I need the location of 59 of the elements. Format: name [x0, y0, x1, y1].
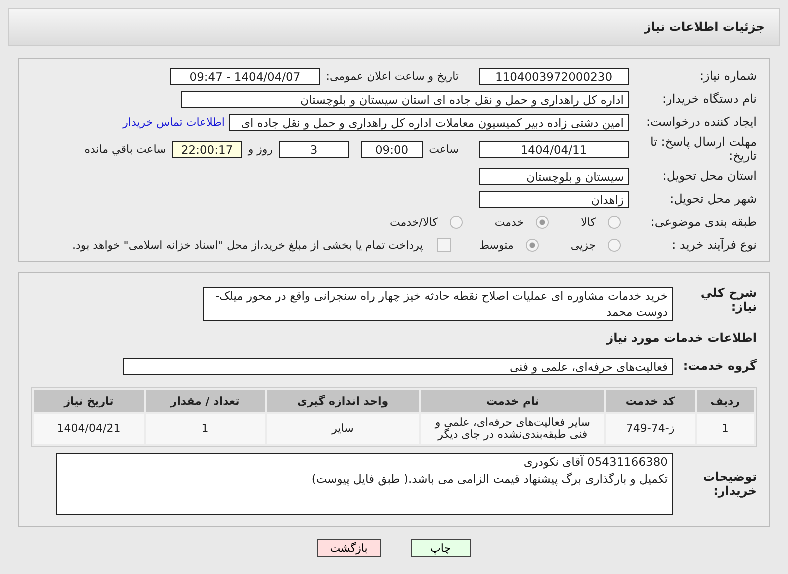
checkbox[interactable]: [437, 238, 452, 252]
field-label: جزیی: [570, 238, 596, 252]
field-label: کالا/خدمت: [390, 216, 438, 228]
text-field[interactable]: 22:00:17: [172, 140, 242, 158]
field-label: ساعت: [429, 142, 459, 156]
table-cell: ز-74-749: [606, 414, 695, 444]
text-field[interactable]: زاهدان: [479, 190, 629, 208]
text-field[interactable]: سیستان و بلوچستان: [479, 168, 629, 184]
field-label: تاریخ و ساعت اعلان عمومی:: [326, 70, 459, 82]
table-cell: 1: [146, 414, 265, 444]
text-field[interactable]: 09:00: [361, 140, 424, 158]
page-title: جزئیات اطلاعات نیاز: [644, 20, 765, 34]
text-field[interactable]: اداره کل راهداری و حمل و نقل جاده ای استان سیستان و بلوچستان: [181, 90, 629, 108]
field-label: شماره نیاز:: [699, 69, 757, 83]
radio-button[interactable]: [608, 216, 621, 228]
field-label: شهر محل تحویل:: [669, 192, 757, 206]
notes-line: تکمیل و بارگذاری برگ پیشنهاد قیمت الزامی می باشد.( طبق فایل پیوست): [310, 471, 668, 488]
field-label: روز و: [248, 142, 274, 156]
field-label: طبقه بندی موضوعی:: [650, 215, 757, 229]
field-label: توضیحات خریدار:: [702, 470, 757, 498]
field-label: استان محل تحویل:: [662, 169, 757, 183]
text-field[interactable]: 1404/04/07 - 09:47: [170, 68, 320, 84]
description-area[interactable]: خرید خدمات مشاوره ای عملیات اصلاح نقطه حادثه خیز چهار راه سنجرانی واقع در محور میلک-دوست محمد: [203, 287, 673, 321]
field-label: ایجاد کننده درخواست:: [645, 115, 757, 129]
radio-button[interactable]: [608, 238, 621, 252]
field-label: خدمت: [494, 216, 524, 228]
text-field[interactable]: امین دشتی زاده دبیر کمیسیون معاملات اداره کل راهداری و حمل و نقل جاده ای: [229, 114, 629, 130]
column-header: تاریخ نیاز: [34, 390, 144, 412]
column-header: کد خدمت: [606, 390, 695, 412]
field-label: متوسط: [479, 238, 514, 252]
field-label: نام دستگاه خریدار:: [662, 92, 757, 106]
radio-button[interactable]: [536, 216, 550, 228]
column-header: ردیف: [696, 390, 754, 412]
radio-button[interactable]: [526, 238, 539, 252]
notes-line: 05431166380 آقای نکودری: [522, 454, 668, 471]
text-field[interactable]: 1104003972000230: [479, 68, 629, 84]
section-title: اطلاعات خدمات مورد نیاز: [605, 331, 757, 345]
column-header: واحد اندازه گیری: [266, 390, 420, 412]
notes-area[interactable]: 05431166380 آقای نکودری تکمیل و بارگذاری برگ پیشنهاد قیمت الزامی می باشد.( طبق فایل پیوست): [56, 453, 673, 515]
text-field[interactable]: 1404/04/11: [479, 140, 629, 158]
field-label: نوع فرآیند خرید :: [671, 238, 757, 252]
field-label: شرح کلي نیاز:: [700, 286, 757, 314]
radio-button[interactable]: [450, 216, 463, 228]
field-label: پرداخت تمام یا بخشی از مبلغ خرید،از محل "اسناد خزانه اسلامی" خواهد بود.: [72, 238, 424, 252]
column-header: تعداد / مقدار: [146, 390, 265, 412]
field-label: گروه خدمت:: [682, 359, 757, 373]
text-field[interactable]: فعالیت‌های حرفه‌ای، علمی و فنی: [123, 358, 673, 374]
field-label: کالا: [581, 216, 596, 228]
column-header: نام خدمت: [421, 390, 604, 412]
field-label: ساعت باقي مانده: [84, 142, 166, 156]
contact-link[interactable]: اطلاعات تماس خریدار: [123, 116, 225, 128]
field-label: مهلت ارسال پاسخ: تا تاریخ:: [649, 135, 757, 163]
table-cell: 1: [696, 414, 754, 444]
table-cell: 1404/04/21: [34, 414, 144, 444]
text-field[interactable]: 3: [279, 140, 350, 158]
back-button[interactable]: بازگشت: [317, 539, 381, 557]
table-cell: سایر فعالیت‌های حرفه‌ای، علمی و فنی طبقه‌بندی‌نشده در جای دیگر: [421, 414, 604, 444]
table-cell: سایر: [266, 414, 420, 444]
print-button[interactable]: چاپ: [410, 539, 471, 557]
